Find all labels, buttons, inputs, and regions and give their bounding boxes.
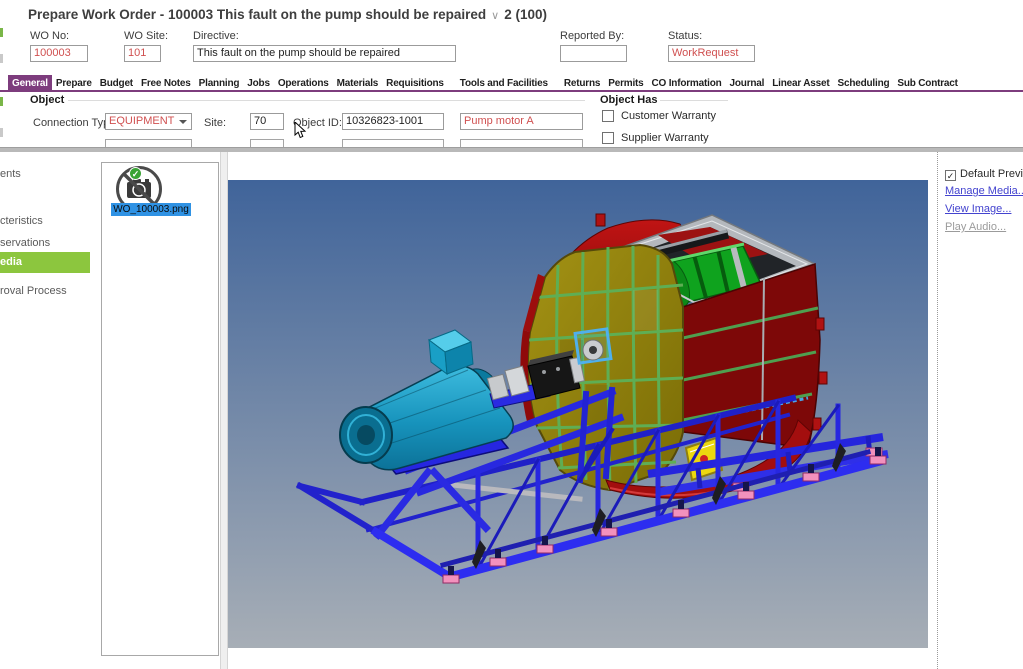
- default-preview-label: Default Preview: [960, 168, 1023, 180]
- tab-bar: General Prepare Budget Free Notes Planni…: [0, 75, 1023, 92]
- tab-prepare[interactable]: Prepare: [52, 75, 96, 90]
- tab-tools-and-facilities[interactable]: Tools and Facilities: [448, 75, 560, 90]
- field-indicator-tick: [0, 128, 3, 137]
- tab-budget[interactable]: Budget: [96, 75, 137, 90]
- tab-planning[interactable]: Planning: [195, 75, 244, 90]
- tab-permits[interactable]: Permits: [604, 75, 647, 90]
- wo-site-label: WO Site:: [124, 30, 168, 42]
- connection-type-value: EQUIPMENT: [109, 115, 174, 127]
- object-id-field[interactable]: 10326823-1001: [342, 113, 444, 130]
- horizontal-splitter[interactable]: [0, 147, 1023, 152]
- sidebar-item-media[interactable]: edia: [0, 252, 90, 273]
- customer-warranty-checkbox[interactable]: [602, 110, 614, 122]
- media-preview-area: [220, 152, 937, 669]
- play-audio-link: Play Audio...: [945, 221, 1006, 233]
- customer-warranty-label: Customer Warranty: [621, 110, 716, 122]
- sidebar-item-approval-process[interactable]: roval Process: [0, 285, 67, 297]
- page-title: Prepare Work Order - 100003 This fault o…: [28, 7, 547, 22]
- view-image-link[interactable]: View Image...: [945, 203, 1011, 215]
- fan-assembly-render: [228, 180, 928, 648]
- tab-scheduling[interactable]: Scheduling: [834, 75, 894, 90]
- work-order-header-pane: Prepare Work Order - 100003 This fault o…: [0, 0, 1023, 152]
- field-indicator-tick: [0, 97, 3, 106]
- default-preview-checkbox[interactable]: ✓: [945, 170, 956, 181]
- media-file-name[interactable]: WO_100003.png: [111, 203, 191, 216]
- dropdown-chevron-icon[interactable]: [179, 120, 187, 124]
- object-has-group-label: Object Has: [600, 94, 657, 106]
- object-group-line: [68, 100, 585, 101]
- supplier-warranty-label: Supplier Warranty: [621, 132, 709, 144]
- directive-field[interactable]: This fault on the pump should be repaire…: [193, 45, 456, 62]
- status-field[interactable]: WorkRequest: [668, 45, 755, 62]
- sidebar-item-observations[interactable]: servations: [0, 237, 50, 249]
- object-has-group-line: [660, 100, 728, 101]
- tab-operations[interactable]: Operations: [274, 75, 333, 90]
- media-pane: ents cteristics servations edia roval Pr…: [0, 152, 1023, 669]
- record-counter: 2 (100): [504, 7, 547, 22]
- page-title-text: Prepare Work Order - 100003 This fault o…: [28, 7, 486, 22]
- wo-no-label: WO No:: [30, 30, 69, 42]
- green-check-icon: ✓: [129, 167, 142, 180]
- prepare-work-order-window: Prepare Work Order - 100003 This fault o…: [0, 0, 1023, 669]
- directive-label: Directive:: [193, 30, 239, 42]
- status-label: Status:: [668, 30, 702, 42]
- tab-co-information[interactable]: CO Information: [648, 75, 726, 90]
- chevron-down-icon[interactable]: ∨: [486, 10, 504, 22]
- tab-linear-asset[interactable]: Linear Asset: [768, 75, 833, 90]
- sidebar-item-characteristics[interactable]: cteristics: [0, 215, 43, 227]
- mouse-cursor-icon: [294, 122, 308, 140]
- tab-general[interactable]: General: [8, 75, 52, 90]
- sidebar-item-events[interactable]: ents: [0, 168, 21, 180]
- connection-type-dropdown[interactable]: EQUIPMENT: [105, 113, 192, 130]
- field-indicator-tick: [0, 54, 3, 63]
- preview-options-panel: ✓ Default Preview Manage Media... View Im…: [945, 152, 1023, 669]
- wo-no-field[interactable]: 100003: [30, 45, 88, 62]
- reported-by-label: Reported By:: [560, 30, 624, 42]
- default-preview-option[interactable]: ✓ Default Preview: [945, 164, 1023, 182]
- tab-materials[interactable]: Materials: [333, 75, 383, 90]
- tab-returns[interactable]: Returns: [560, 75, 604, 90]
- supplier-warranty-checkbox[interactable]: [602, 132, 614, 144]
- site-label: Site:: [204, 117, 226, 129]
- object-description-field[interactable]: Pump motor A: [460, 113, 583, 130]
- preview-panel-splitter[interactable]: [937, 152, 938, 669]
- object-group-label: Object: [30, 94, 64, 106]
- hub-bracket: [575, 329, 611, 363]
- tab-requisitions[interactable]: Requisitions: [382, 75, 448, 90]
- site-field[interactable]: 70: [250, 113, 284, 130]
- tab-journal[interactable]: Journal: [726, 75, 769, 90]
- wo-site-field[interactable]: 101: [124, 45, 161, 62]
- media-thumbnail-list[interactable]: ✓ WO_100003.png: [101, 162, 219, 656]
- manage-media-link[interactable]: Manage Media...: [945, 185, 1023, 197]
- reported-by-field[interactable]: [560, 45, 627, 62]
- vertical-splitter[interactable]: [220, 152, 228, 669]
- field-indicator-tick: [0, 28, 3, 37]
- tab-jobs[interactable]: Jobs: [243, 75, 274, 90]
- preview-3d-render[interactable]: [228, 180, 928, 648]
- tab-sub-contract[interactable]: Sub Contract: [893, 75, 961, 90]
- tab-free-notes[interactable]: Free Notes: [137, 75, 195, 90]
